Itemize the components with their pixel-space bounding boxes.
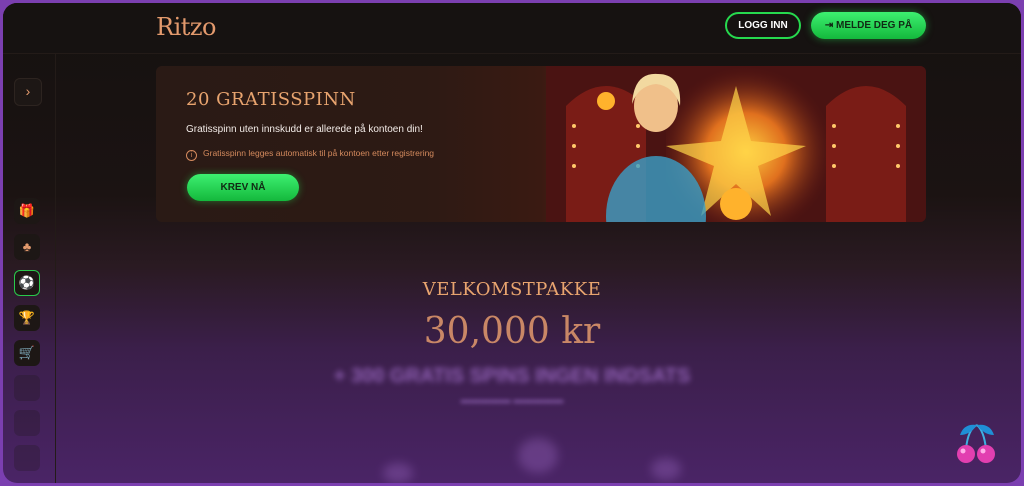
club-icon[interactable]: ♣ bbox=[14, 234, 40, 260]
top-bar: Ritzo LOGG INN ⇥ MELDE DEG PÅ bbox=[3, 3, 1021, 54]
claim-button[interactable]: KREV NÅ bbox=[187, 174, 299, 201]
site-logo[interactable]: Ritzo bbox=[156, 13, 216, 41]
login-button[interactable]: LOGG INN bbox=[725, 12, 801, 39]
sidebar-faded-item bbox=[14, 410, 40, 436]
welcome-title: VELKOMSTPAKKE bbox=[422, 279, 602, 300]
promo-banner: 20 GRATISSPINN Gratisspinn uten innskudd… bbox=[156, 66, 926, 222]
signup-button[interactable]: ⇥ MELDE DEG PÅ bbox=[811, 12, 926, 39]
promo-info-text: Gratisspinn legges automatisk til på kon… bbox=[203, 148, 435, 158]
blurred-decoration bbox=[383, 463, 413, 483]
promo-illustration bbox=[546, 66, 926, 222]
blurred-decoration bbox=[518, 438, 558, 473]
gift-icon[interactable]: 🎁 bbox=[14, 198, 40, 224]
welcome-spins: + 300 GRATIS SPINS INGEN INDSATS bbox=[333, 365, 691, 387]
login-arrow-icon: ⇥ bbox=[824, 20, 837, 31]
welcome-fineprint-blurred: ▬▬▬▬▬ ▬▬▬▬▬ bbox=[460, 395, 564, 406]
promo-info: i Gratisspinn legges automatisk til på ko… bbox=[186, 148, 434, 161]
chevron-right-icon[interactable]: › bbox=[14, 78, 42, 106]
welcome-amount: 30,000 kr bbox=[423, 311, 601, 352]
sidebar: › 🎁 ♣ ⚽ 🏆 🛒 bbox=[3, 53, 56, 483]
info-icon: i bbox=[186, 150, 197, 161]
sidebar-faded-item bbox=[14, 445, 40, 471]
blurred-decoration bbox=[651, 458, 681, 480]
signup-button-label: MELDE DEG PÅ bbox=[836, 20, 913, 31]
cherry-icon[interactable] bbox=[954, 421, 1000, 467]
app-frame: Ritzo LOGG INN ⇥ MELDE DEG PÅ › 🎁 ♣ ⚽ 🏆 … bbox=[3, 3, 1021, 483]
promo-title: 20 GRATISSPINN bbox=[186, 89, 356, 110]
promo-subtitle: Gratisspinn uten innskudd er allerede på… bbox=[186, 124, 423, 135]
